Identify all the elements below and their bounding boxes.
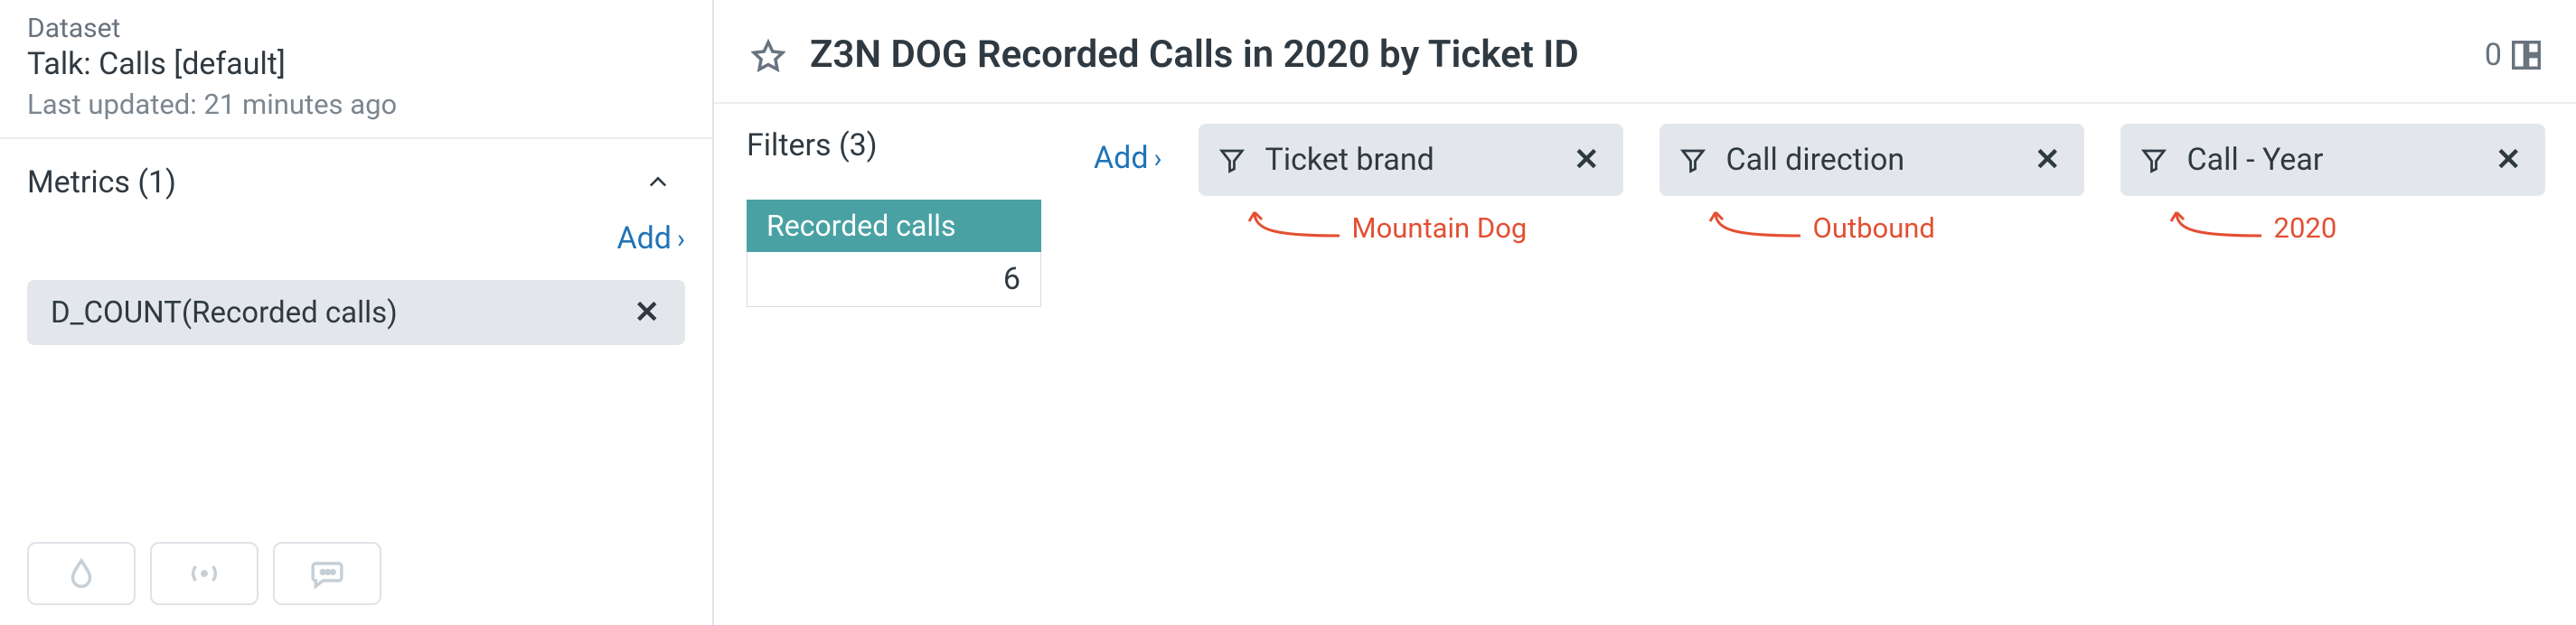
filter-chip-label: Call - Year xyxy=(2187,142,2324,178)
result-value-cell: 6 xyxy=(747,252,1041,307)
grid-icon xyxy=(2509,38,2543,72)
filter-annotation: Mountain Dog xyxy=(1247,210,1528,245)
filter-chip-wrap: Call - Year ✕ 2020 xyxy=(2120,124,2545,196)
metrics-collapse-button[interactable] xyxy=(645,163,685,202)
dataset-updated: Last updated: 21 minutes ago xyxy=(27,88,685,121)
filter-annotation-text: Outbound xyxy=(1813,211,1935,245)
metrics-add-button[interactable]: Add › xyxy=(616,220,685,257)
left-panel: Dataset Talk: Calls [default] Last updat… xyxy=(0,0,714,625)
page-title: Z3N DOG Recorded Calls in 2020 by Ticket… xyxy=(810,33,2485,77)
metric-pill[interactable]: D_COUNT(Recorded calls) ✕ xyxy=(27,280,685,345)
filter-chip-remove-button[interactable]: ✕ xyxy=(2035,142,2061,178)
chevron-right-icon: › xyxy=(1154,143,1162,174)
funnel-icon xyxy=(2140,146,2167,173)
filters-column: Filters (3) Recorded calls 6 xyxy=(714,104,1058,307)
metrics-add-row: Add › xyxy=(0,202,712,257)
metrics-section-header: Metrics (1) xyxy=(0,139,712,202)
comment-tool-button[interactable] xyxy=(273,542,381,605)
chat-icon xyxy=(310,556,344,591)
filters-header: Filters (3) xyxy=(747,127,1058,163)
metric-pill-remove-button[interactable]: ✕ xyxy=(635,294,661,331)
chevron-right-icon: › xyxy=(677,223,685,255)
filter-chip-call-year[interactable]: Call - Year ✕ xyxy=(2120,124,2545,196)
result-column-header: Recorded calls xyxy=(747,200,1041,252)
filter-chip-label: Call direction xyxy=(1726,142,1905,178)
filter-annotation: Outbound xyxy=(1708,210,1935,245)
filter-chip-ticket-brand[interactable]: Ticket brand ✕ xyxy=(1199,124,1623,196)
filters-heading: Filters (3) xyxy=(747,127,878,163)
filter-chip-call-direction[interactable]: Call direction ✕ xyxy=(1659,124,2084,196)
filters-add-label: Add xyxy=(1094,140,1149,176)
layout-count: 0 xyxy=(2485,37,2502,73)
title-row: Z3N DOG Recorded Calls in 2020 by Ticket… xyxy=(714,0,2576,104)
dataset-name: Talk: Calls [default] xyxy=(27,46,685,82)
live-tool-button[interactable] xyxy=(150,542,259,605)
filter-annotation-text: 2020 xyxy=(2274,211,2337,245)
arrow-icon xyxy=(1247,210,1347,245)
right-panel: Z3N DOG Recorded Calls in 2020 by Ticket… xyxy=(714,0,2576,625)
funnel-icon xyxy=(1679,146,1706,173)
metrics-add-label: Add xyxy=(616,220,672,257)
filter-annotation: 2020 xyxy=(2169,210,2337,245)
metrics-heading: Metrics (1) xyxy=(27,164,176,201)
filter-chip-label: Ticket brand xyxy=(1265,142,1434,178)
filter-chip-remove-button[interactable]: ✕ xyxy=(2496,142,2522,178)
chevron-up-icon xyxy=(645,169,671,196)
app-root: Dataset Talk: Calls [default] Last updat… xyxy=(0,0,2576,625)
metric-pill-label: D_COUNT(Recorded calls) xyxy=(51,295,398,331)
arrow-icon xyxy=(2169,210,2269,245)
bottom-toolbar xyxy=(27,542,381,605)
dataset-block: Dataset Talk: Calls [default] Last updat… xyxy=(0,0,712,139)
filter-chips-row: Add › Ticket brand ✕ Mou xyxy=(1058,104,2576,307)
drop-icon xyxy=(64,556,99,591)
filter-annotation-text: Mountain Dog xyxy=(1352,211,1528,245)
funnel-icon xyxy=(1218,146,1246,173)
result-table: Recorded calls 6 xyxy=(747,200,1041,307)
favorite-button[interactable] xyxy=(747,33,790,77)
layout-control[interactable]: 0 xyxy=(2485,37,2543,73)
dataset-label: Dataset xyxy=(27,13,685,44)
body-row: Filters (3) Recorded calls 6 Add › T xyxy=(714,104,2576,307)
filters-add-button[interactable]: Add › xyxy=(1094,124,1162,176)
arrow-icon xyxy=(1708,210,1808,245)
filter-chip-wrap: Call direction ✕ Outbound xyxy=(1659,124,2084,196)
star-icon xyxy=(751,38,785,72)
filter-chip-remove-button[interactable]: ✕ xyxy=(1574,142,1600,178)
filter-chip-wrap: Ticket brand ✕ Mountain Dog xyxy=(1199,124,1623,196)
color-tool-button[interactable] xyxy=(27,542,136,605)
broadcast-icon xyxy=(187,556,221,591)
